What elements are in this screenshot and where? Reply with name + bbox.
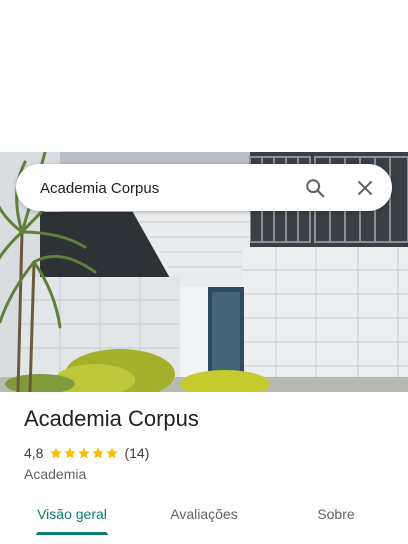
close-button[interactable] <box>352 175 378 201</box>
tab-reviews[interactable]: Avaliações <box>154 492 254 536</box>
star-icon <box>50 447 63 459</box>
star-icon <box>78 447 91 459</box>
star-icon <box>64 447 77 459</box>
tab-bar: Visão geral Avaliações Sobre <box>0 492 408 544</box>
rating-row[interactable]: 4,8 (14) <box>24 444 149 462</box>
search-button[interactable] <box>302 175 328 201</box>
star-icon <box>92 447 105 459</box>
search-input[interactable] <box>38 164 292 213</box>
tab-about[interactable]: Sobre <box>296 492 376 536</box>
active-tab-indicator <box>36 532 108 535</box>
tab-label: Visão geral <box>37 506 107 522</box>
star-icon <box>106 447 119 459</box>
search-icon <box>306 179 325 198</box>
top-blank-area <box>0 0 408 152</box>
rating-value: 4,8 <box>24 445 44 461</box>
star-rating <box>49 446 119 460</box>
search-bar[interactable] <box>16 164 392 213</box>
place-title: Academia Corpus <box>24 406 199 431</box>
review-count[interactable]: (14) <box>124 445 149 461</box>
tab-label: Sobre <box>317 506 355 522</box>
tab-label: Avaliações <box>170 506 238 522</box>
close-icon <box>358 181 372 195</box>
tab-overview[interactable]: Visão geral <box>24 492 120 536</box>
place-category[interactable]: Academia <box>24 466 86 482</box>
